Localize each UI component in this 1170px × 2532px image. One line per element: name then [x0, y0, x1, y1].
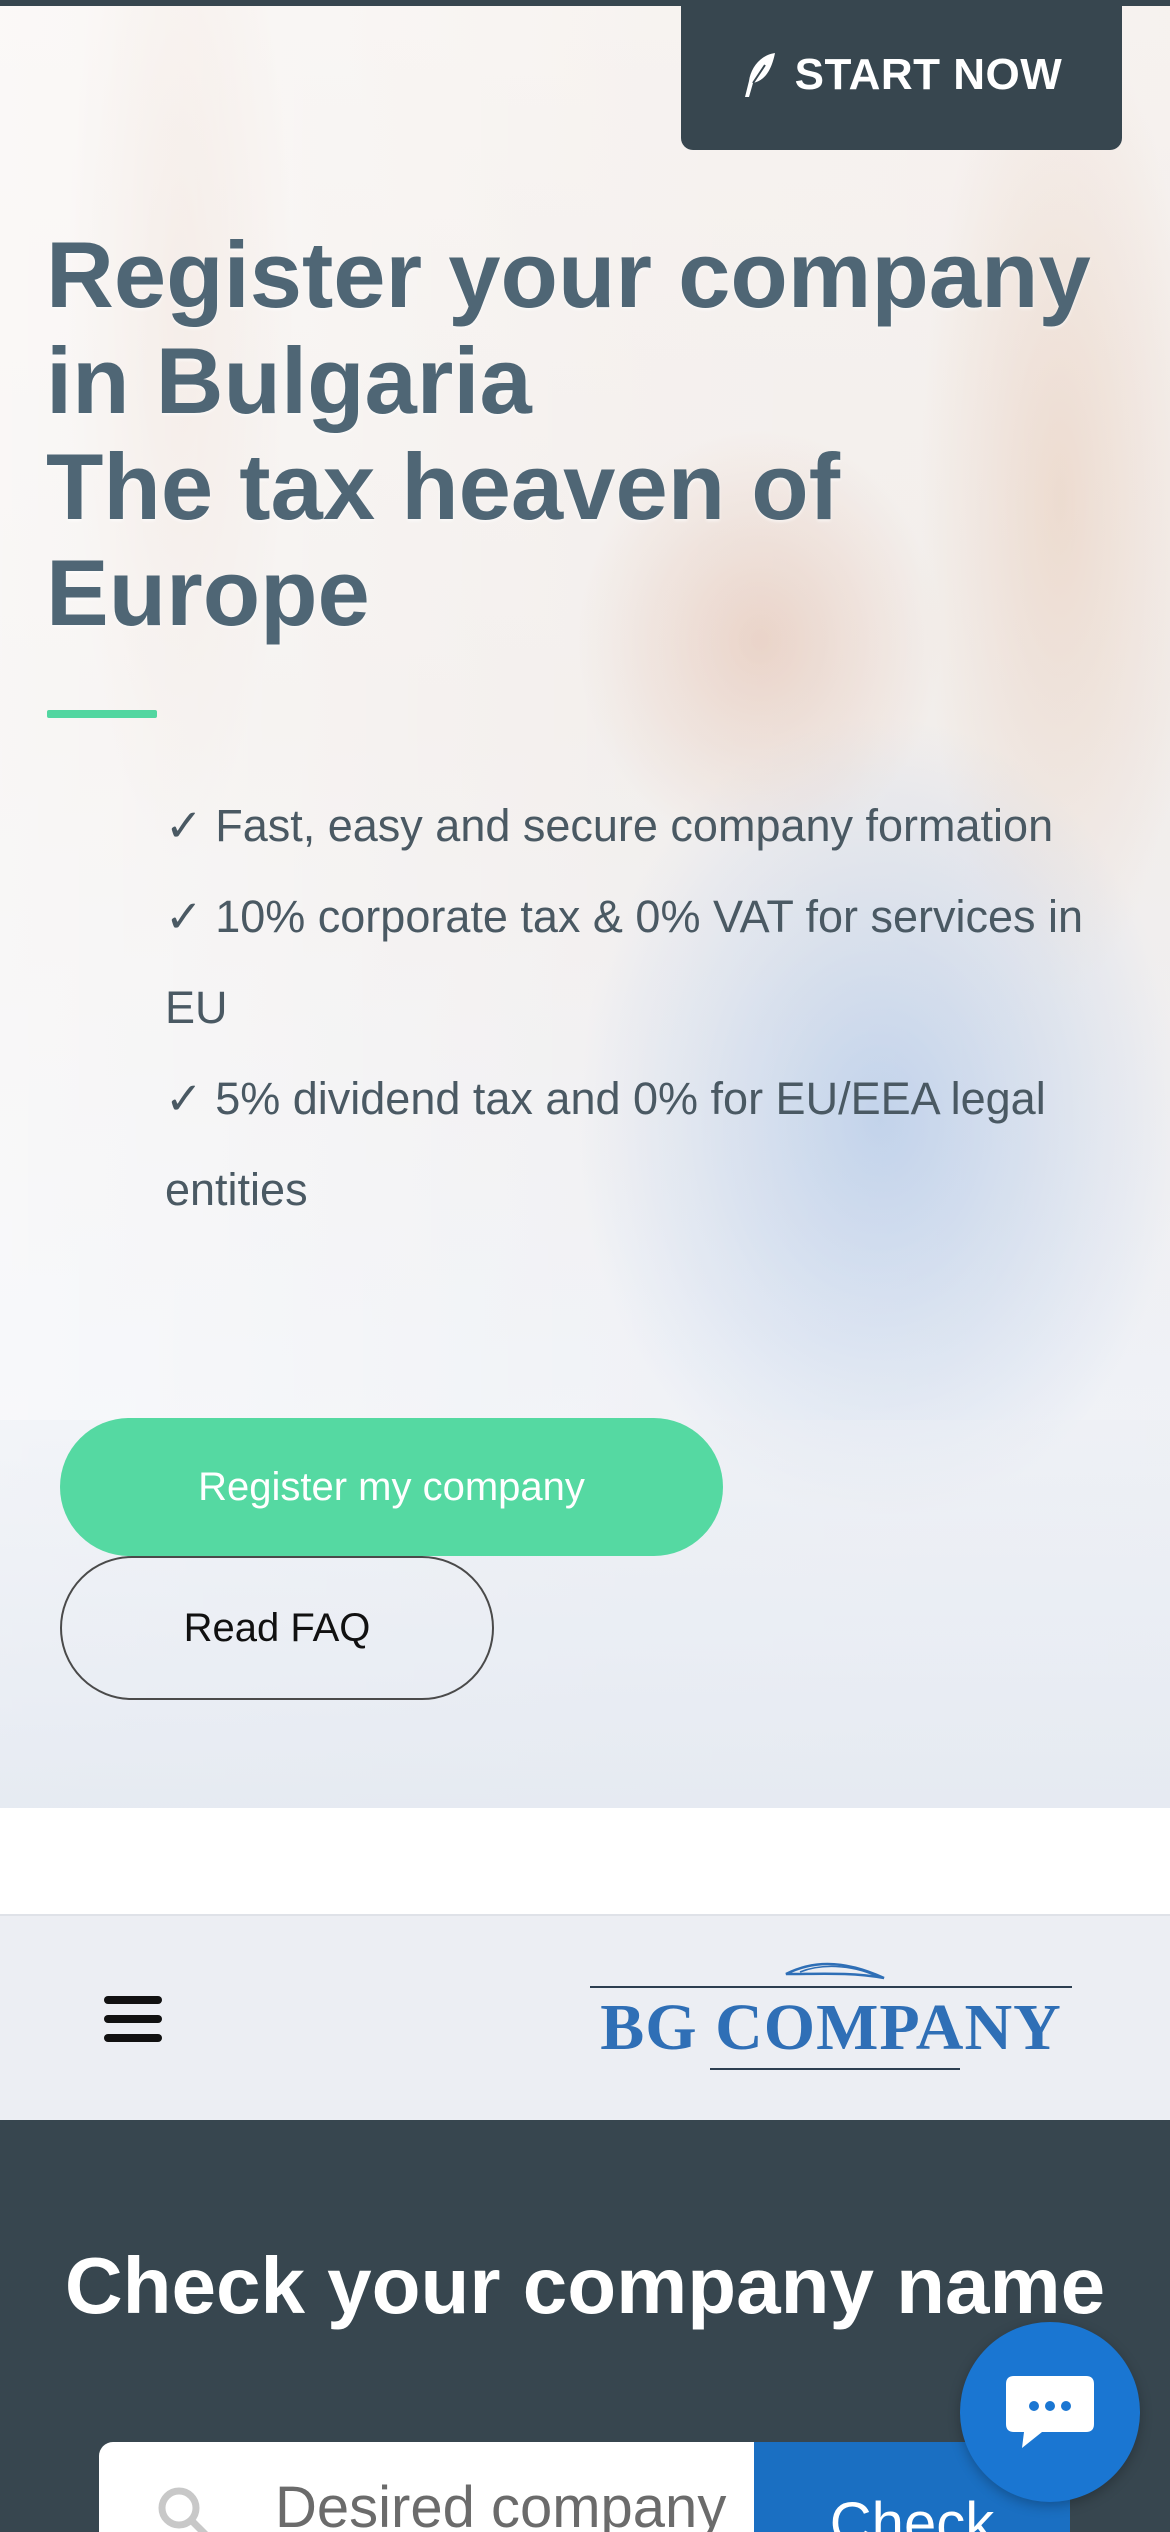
logo-text: BG COMPANY	[600, 1991, 1062, 2064]
logo-bottom-rule	[710, 2068, 960, 2070]
search-icon	[158, 2487, 208, 2532]
company-name-input[interactable]	[275, 2472, 735, 2532]
hero-title-line: Europe	[46, 540, 370, 645]
start-now-button[interactable]: START NOW	[681, 0, 1122, 150]
company-name-search-box	[99, 2442, 754, 2532]
check-section-title: Check your company name	[64, 2241, 1106, 2330]
live-chat-button[interactable]	[960, 2322, 1140, 2502]
hero-title: Register your company in Bulgaria The ta…	[46, 222, 1146, 646]
brand-logo[interactable]: BG COMPANY	[590, 1944, 1072, 2094]
start-now-label: START NOW	[794, 50, 1063, 99]
hero-section: Register your company in Bulgaria The ta…	[0, 0, 1170, 1808]
hamburger-menu-icon[interactable]	[104, 1996, 162, 2042]
feature-item: ✓ 5% dividend tax and 0% for EU/EEA lega…	[165, 1073, 1046, 1215]
hero-title-line: The tax heaven of	[46, 434, 840, 539]
title-accent-divider	[47, 710, 157, 718]
logo-top-rule	[590, 1986, 1072, 1988]
chat-bubble-icon	[1006, 2376, 1094, 2448]
hero-title-line: in Bulgaria	[46, 328, 532, 433]
navbar: BG COMPANY	[0, 1914, 1170, 2120]
register-company-button[interactable]: Register my company	[60, 1418, 723, 1556]
hero-title-line: Register your company	[46, 222, 1091, 327]
read-faq-button[interactable]: Read FAQ	[60, 1556, 494, 1700]
feature-item: ✓ Fast, easy and secure company formatio…	[165, 800, 1054, 851]
feature-item: ✓ 10% corporate tax & 0% VAT for service…	[165, 891, 1084, 1033]
feature-list: ✓ Fast, easy and secure company formatio…	[165, 780, 1145, 1235]
feather-icon	[744, 53, 775, 97]
